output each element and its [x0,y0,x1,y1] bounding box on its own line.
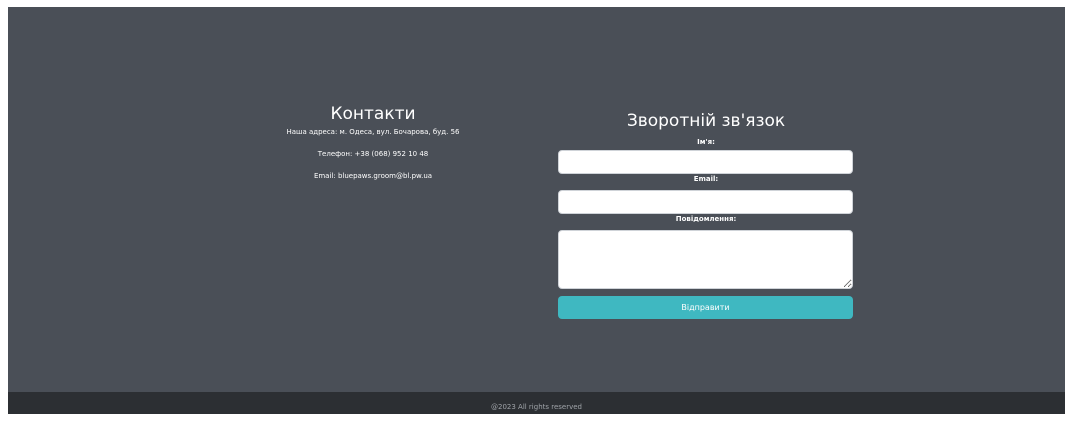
contacts-email: Email: bluepaws.groom@bl.pw.ua [313,172,433,180]
submit-button[interactable]: Відправити [558,296,853,319]
name-label: Ім'я: [697,138,715,146]
page: Контакти Наша адреса: м. Одеса, вул. Боч… [8,7,1065,414]
message-textarea[interactable] [558,230,853,289]
copyright-text: @2023 All rights reserved [490,403,583,411]
contacts-address: Наша адреса: м. Одеса, вул. Бочарова, бу… [286,128,460,136]
feedback-form: Зворотній зв'язок Ім'я: Email: Повідомле… [558,111,854,319]
contacts-phone: Телефон: +38 (068) 952 10 48 [317,150,429,158]
contacts-title: Контакти [330,104,416,124]
email-label: Email: [693,175,719,183]
message-label: Повідомлення: [675,215,737,223]
content-section: Контакти Наша адреса: м. Одеса, вул. Боч… [8,7,1065,392]
footer: @2023 All rights reserved [8,392,1065,414]
contacts-block: Контакти Наша адреса: м. Одеса, вул. Боч… [263,103,483,181]
feedback-title: Зворотній зв'язок [626,111,786,131]
name-input[interactable] [558,150,853,174]
email-input[interactable] [558,190,853,214]
